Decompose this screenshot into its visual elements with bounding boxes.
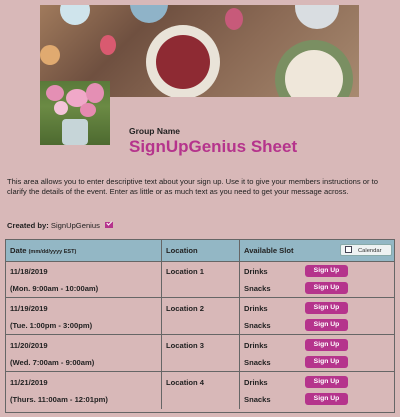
- flower-decoration: [86, 83, 104, 103]
- sign-up-button[interactable]: Sign Up: [305, 319, 348, 331]
- signup-table: Date (mm/dd/yyyy EST) Location Available…: [5, 239, 395, 413]
- column-divider: [161, 335, 162, 371]
- date-header-label: Date: [10, 246, 27, 255]
- row-time: (Thurs. 11:00am - 12:01pm): [10, 395, 108, 404]
- calendar-button[interactable]: Calendar: [340, 244, 392, 256]
- page-title: SignUpGenius Sheet: [129, 137, 298, 156]
- flower-image: [40, 81, 110, 145]
- fruit-decoration: [40, 45, 60, 65]
- drink-decoration: [225, 8, 243, 30]
- description-text: This area allows you to enter descriptiv…: [7, 177, 378, 196]
- row-date: 11/18/2019: [10, 267, 48, 276]
- slot-name: Snacks: [244, 284, 271, 293]
- row-location: Location 1: [166, 267, 204, 276]
- row-date: 11/19/2019: [10, 304, 48, 313]
- column-divider: [239, 335, 240, 371]
- table-row: 11/20/2019 (Wed. 7:00am - 9:00am) Locati…: [6, 335, 394, 372]
- table-header: Date (mm/dd/yyyy EST) Location Available…: [6, 240, 394, 262]
- row-location: Location 4: [166, 378, 204, 387]
- table-row: 11/21/2019 (Thurs. 11:00am - 12:01pm) Lo…: [6, 372, 394, 409]
- flower-decoration: [80, 103, 96, 117]
- creator-name: SignUpGenius: [50, 221, 100, 230]
- location-column-header: Location: [166, 246, 198, 255]
- date-format-label: (mm/dd/yyyy EST): [28, 249, 77, 255]
- sign-up-button[interactable]: Sign Up: [305, 376, 348, 388]
- slot-name: Drinks: [244, 267, 268, 276]
- calendar-icon: [345, 246, 352, 253]
- row-location: Location 3: [166, 341, 204, 350]
- sign-up-button[interactable]: Sign Up: [305, 302, 348, 314]
- column-divider: [239, 298, 240, 334]
- slot-name: Drinks: [244, 378, 268, 387]
- pie-decoration: [156, 35, 210, 89]
- sign-up-button[interactable]: Sign Up: [305, 265, 348, 277]
- sign-up-button[interactable]: Sign Up: [305, 282, 348, 294]
- flower-decoration: [46, 85, 64, 101]
- table-row: 11/18/2019 (Mon. 9:00am - 10:00am) Locat…: [6, 261, 394, 298]
- created-by-label: Created by:: [7, 221, 49, 230]
- column-divider: [239, 261, 240, 297]
- slot-name: Snacks: [244, 358, 271, 367]
- slot-name: Drinks: [244, 304, 268, 313]
- created-by: Created by: SignUpGenius: [7, 221, 113, 230]
- date-column-header: Date (mm/dd/yyyy EST): [10, 246, 76, 255]
- sign-up-button[interactable]: Sign Up: [305, 393, 348, 405]
- column-divider: [239, 240, 240, 261]
- row-date: 11/20/2019: [10, 341, 48, 350]
- row-date: 11/21/2019: [10, 378, 48, 387]
- column-divider: [161, 261, 162, 297]
- row-time: (Mon. 9:00am - 10:00am): [10, 284, 99, 293]
- group-name: Group Name: [129, 126, 181, 136]
- slot-name: Drinks: [244, 341, 268, 350]
- row-time: (Tue. 1:00pm - 3:00pm): [10, 321, 93, 330]
- column-divider: [239, 372, 240, 409]
- plate-decoration: [295, 5, 339, 29]
- calendar-button-label: Calendar: [358, 248, 382, 254]
- column-divider: [161, 298, 162, 334]
- row-location: Location 2: [166, 304, 204, 313]
- signup-page: Group Name SignUpGenius Sheet This area …: [0, 0, 400, 417]
- column-divider: [161, 240, 162, 261]
- table-row: 11/19/2019 (Tue. 1:00pm - 3:00pm) Locati…: [6, 298, 394, 335]
- glass-decoration: [60, 5, 90, 25]
- slot-name: Snacks: [244, 321, 271, 330]
- mail-icon[interactable]: [105, 222, 113, 228]
- flower-decoration: [54, 101, 68, 115]
- bowl-decoration: [130, 5, 168, 23]
- sign-up-button[interactable]: Sign Up: [305, 339, 348, 351]
- vase-decoration: [62, 119, 88, 145]
- row-time: (Wed. 7:00am - 9:00am): [10, 358, 95, 367]
- drink-decoration: [100, 35, 116, 55]
- slot-column-header: Available Slot: [244, 246, 294, 255]
- sign-up-button[interactable]: Sign Up: [305, 356, 348, 368]
- column-divider: [161, 372, 162, 409]
- slot-name: Snacks: [244, 395, 271, 404]
